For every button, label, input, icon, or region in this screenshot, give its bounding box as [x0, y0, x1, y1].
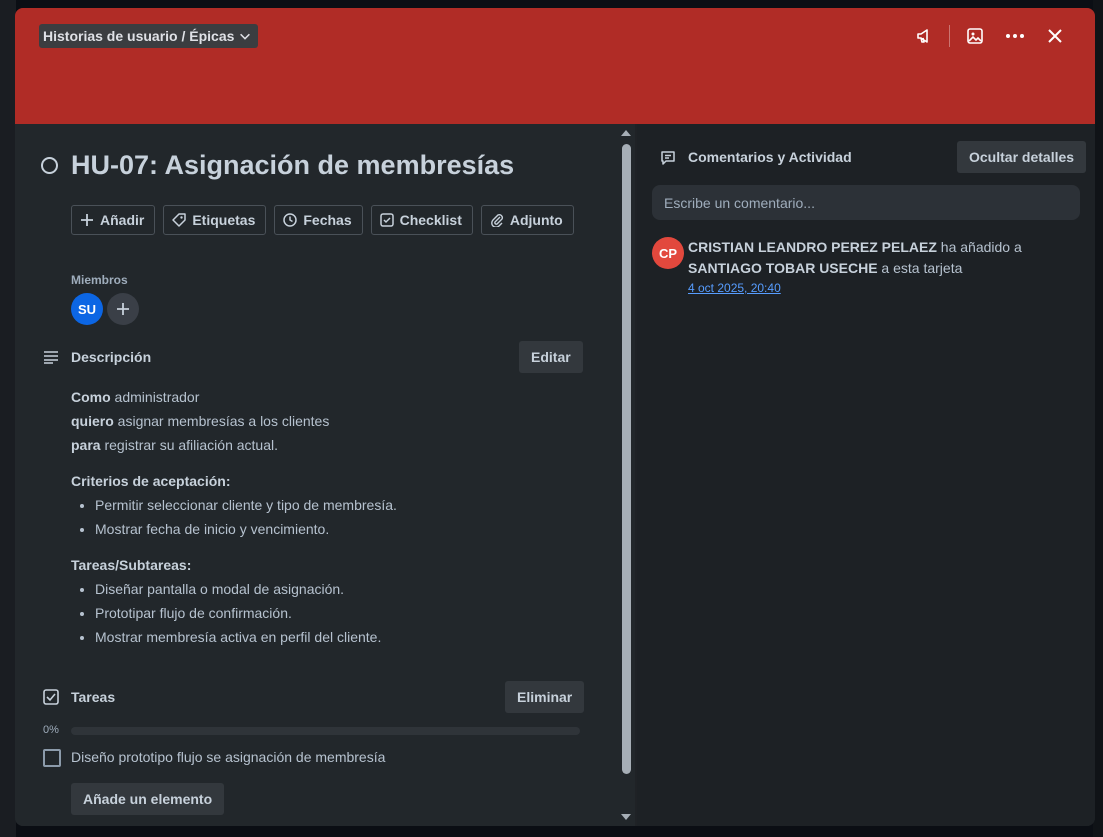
hide-details-button[interactable]: Ocultar detalles [957, 141, 1087, 173]
description-icon [44, 351, 58, 364]
description-body: Como administrador quiero asignar membre… [71, 385, 591, 649]
labels-button[interactable]: Etiquetas [163, 205, 267, 235]
attachment-button[interactable]: Adjunto [480, 205, 574, 235]
chevron-down-icon [240, 33, 251, 40]
add-button-label: Añadir [100, 212, 145, 228]
add-button[interactable]: Añadir [71, 205, 156, 235]
add-member-button[interactable] [107, 293, 139, 325]
members-label: Miembros [71, 273, 128, 287]
list-selector[interactable]: Historias de usuario / Épicas [39, 24, 259, 48]
list-item: Prototipar flujo de confirmación. [95, 601, 591, 625]
activity-timestamp[interactable]: 4 oct 2025, 20:40 [688, 281, 781, 295]
scroll-thumb[interactable] [622, 144, 631, 774]
criteria-heading: Criterios de aceptación: [71, 473, 231, 489]
checklist-button[interactable]: Checklist [370, 205, 473, 235]
edit-description-button[interactable]: Editar [519, 341, 583, 373]
header-divider [949, 25, 950, 47]
dates-button[interactable]: Fechas [274, 205, 363, 235]
tasks-list: Diseñar pantalla o modal de asignación. … [71, 577, 591, 649]
comment-input[interactable]: Escribe un comentario... [652, 185, 1080, 220]
complete-toggle[interactable] [41, 157, 58, 174]
labels-button-label: Etiquetas [192, 212, 256, 228]
progress-percent: 0% [43, 724, 59, 736]
avatar[interactable]: CP [652, 237, 684, 269]
list-name: Historias de usuario / Épicas [43, 28, 235, 44]
description-title: Descripción [71, 349, 152, 365]
more-icon[interactable] [995, 24, 1035, 48]
scroll-down-arrow[interactable] [621, 814, 631, 820]
description-line: para registrar su afiliación actual. [71, 437, 278, 453]
card-title[interactable]: HU-07: Asignación de membresías [71, 150, 514, 181]
delete-checklist-button[interactable]: Eliminar [505, 681, 585, 713]
image-icon[interactable] [955, 24, 995, 48]
checklist-item-checkbox[interactable] [43, 749, 61, 767]
activity-panel [637, 124, 1095, 826]
description-line: quiero asignar membresías a los clientes [71, 413, 330, 429]
megaphone-icon[interactable] [904, 24, 944, 48]
add-item-button[interactable]: Añade un elemento [71, 783, 225, 815]
board-background [0, 0, 16, 837]
dates-button-label: Fechas [303, 212, 352, 228]
list-item: Diseñar pantalla o modal de asignación. [95, 577, 591, 601]
scroll-up-arrow[interactable] [621, 130, 631, 136]
checklist-title: Tareas [71, 689, 116, 705]
list-item: Permitir seleccionar cliente y tipo de m… [95, 493, 591, 517]
plus-icon [117, 303, 129, 315]
progress-bar [71, 727, 580, 735]
avatar[interactable]: SU [71, 293, 103, 325]
checklist-icon [43, 689, 59, 705]
activity-entry-text: CRISTIAN LEANDRO PEREZ PELAEZ ha añadido… [688, 239, 1022, 276]
checklist-icon [379, 213, 394, 227]
list-item: Mostrar fecha de inicio y vencimiento. [95, 517, 591, 541]
comment-icon [661, 151, 675, 165]
tasks-heading: Tareas/Subtareas: [71, 557, 192, 573]
paperclip-icon [490, 214, 503, 227]
plus-icon [81, 214, 93, 226]
checklist-item-text[interactable]: Diseño prototipo flujo se asignación de … [71, 749, 385, 765]
scrollbar[interactable] [619, 126, 633, 824]
description-line: Como administrador [71, 389, 200, 405]
clock-icon [283, 213, 298, 227]
activity-title: Comentarios y Actividad [688, 149, 852, 165]
card-cover: Historias de usuario / Épicas [15, 8, 1095, 124]
attachment-button-label: Adjunto [509, 212, 563, 228]
close-icon[interactable] [1035, 24, 1075, 48]
list-item: Mostrar membresía activa en perfil del c… [95, 625, 591, 649]
card-actions: Añadir Etiquetas Fechas Checklist Adjunt… [71, 205, 574, 235]
checklist-button-label: Checklist [399, 212, 462, 228]
criteria-list: Permitir seleccionar cliente y tipo de m… [71, 493, 591, 541]
tag-icon [172, 213, 187, 227]
